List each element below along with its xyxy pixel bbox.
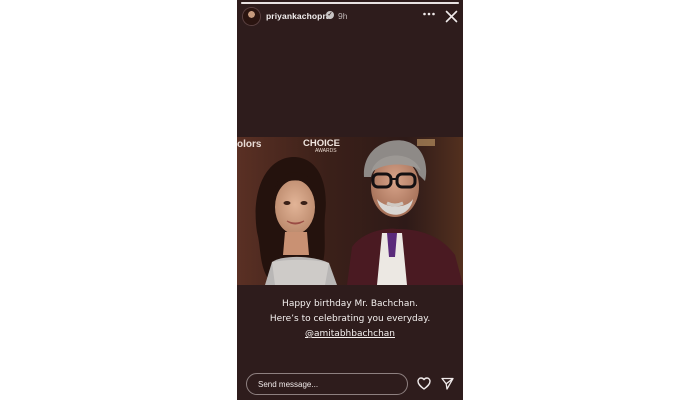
backdrop-logo-left: olors <box>237 139 262 150</box>
username[interactable]: priyankachopra <box>266 11 331 21</box>
story-header: priyankachopra ✓ 9h <box>237 6 463 28</box>
story-footer <box>237 372 463 398</box>
post-time: 9h <box>338 11 348 21</box>
verified-badge-icon: ✓ <box>326 11 334 19</box>
caption-line-2: Here’s to celebrating you everyday. <box>269 314 431 324</box>
story-caption: Happy birthday Mr. Bachchan. Here’s to c… <box>237 297 463 342</box>
send-icon[interactable] <box>441 377 454 390</box>
mention-link[interactable]: @amitabhbachchan <box>237 327 463 342</box>
caption-line-1: Happy birthday Mr. Bachchan. <box>282 299 418 309</box>
backdrop-logo-awards: AWARDS <box>315 148 337 154</box>
story-photo: olors CHOICE AWARDS <box>237 137 463 285</box>
more-horizontal-icon[interactable] <box>422 7 436 21</box>
send-message-input[interactable] <box>246 373 408 395</box>
heart-icon[interactable] <box>417 377 431 390</box>
close-icon[interactable] <box>445 10 458 23</box>
story-progress-fill <box>241 2 459 4</box>
story-progress-bar <box>241 2 459 4</box>
avatar[interactable] <box>243 8 260 25</box>
story-viewer: priyankachopra ✓ 9h olors CHOICE AWARDS … <box>237 0 463 400</box>
